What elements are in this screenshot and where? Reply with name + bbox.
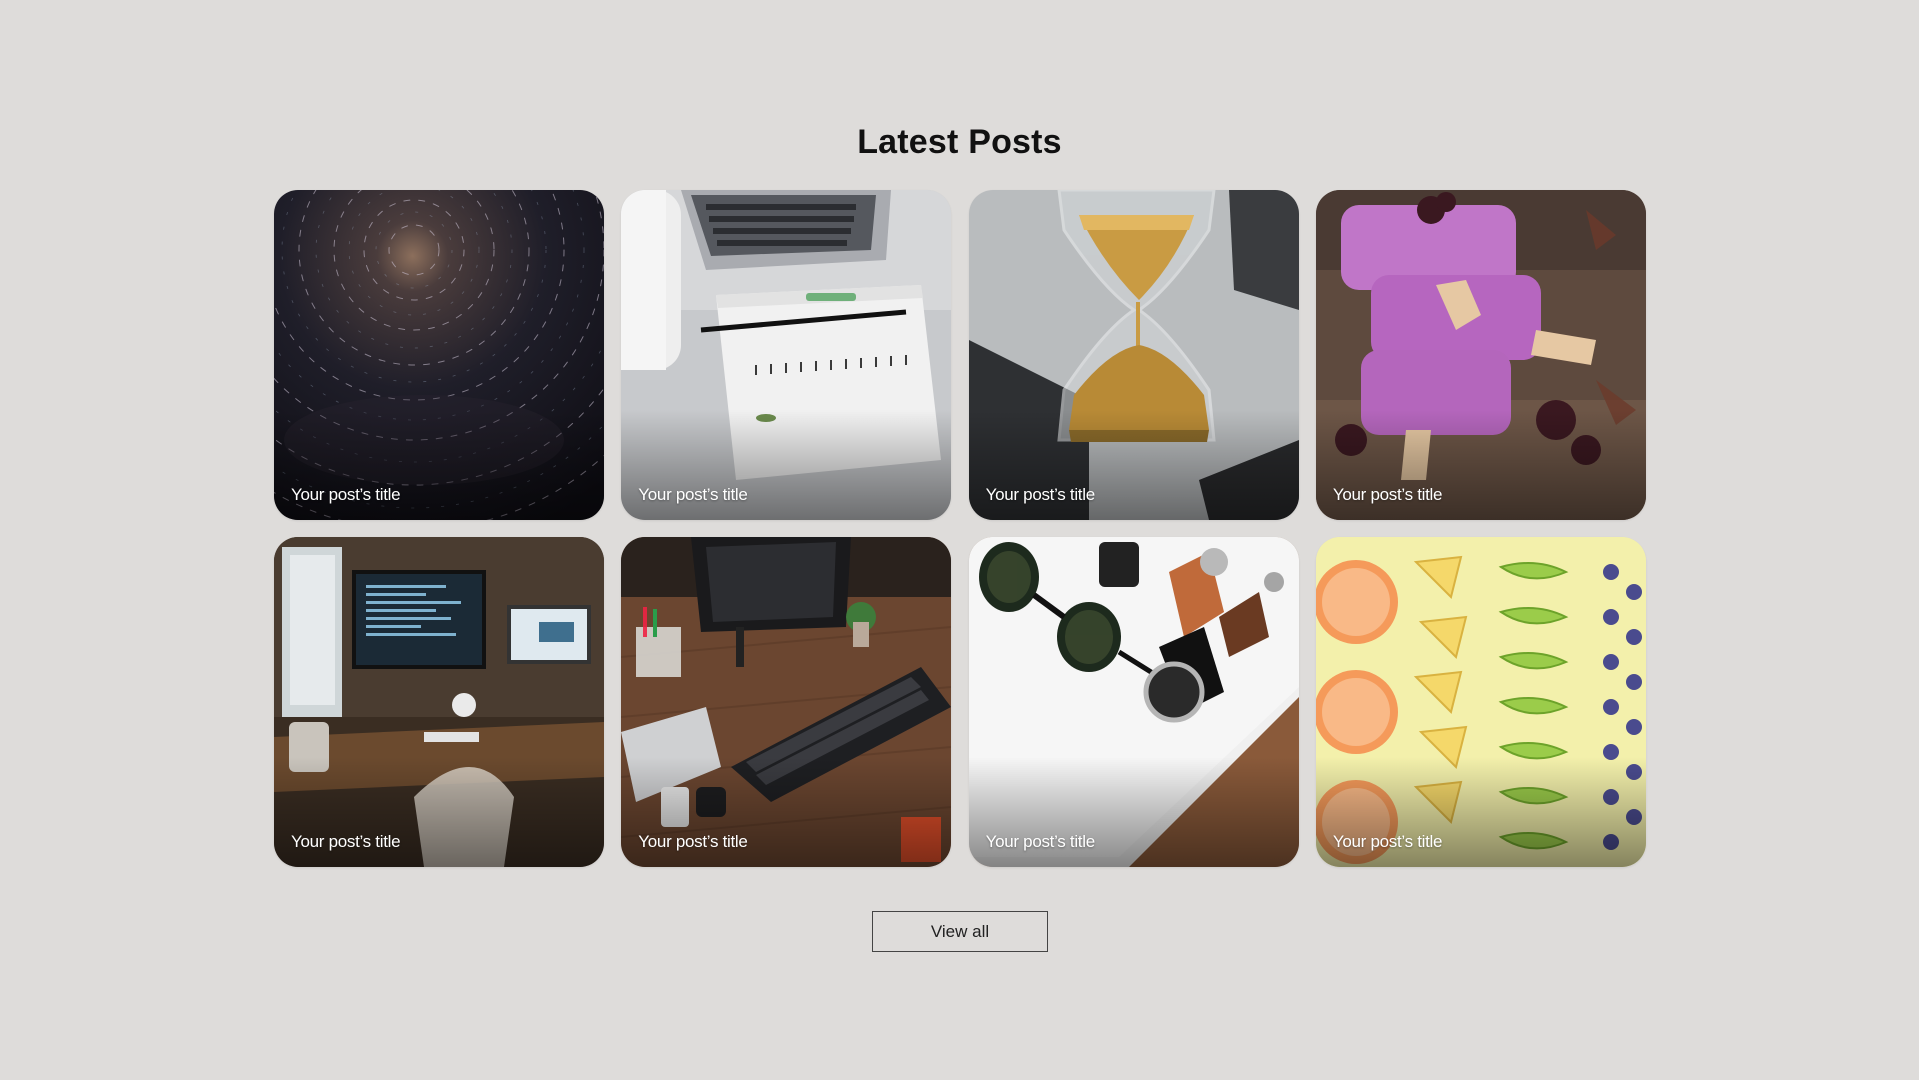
post-title: Your post’s title xyxy=(291,485,401,504)
post-title: Your post’s title xyxy=(985,485,1096,504)
post-card[interactable]: Your post’s title xyxy=(621,190,952,520)
post-title: Your post’s title xyxy=(1332,832,1443,851)
post-title: Your post’s title xyxy=(985,832,1096,851)
post-card[interactable]: Your post’s title xyxy=(274,537,604,867)
post-card[interactable]: Your post’s title xyxy=(968,537,1299,867)
post-title: Your post’s title xyxy=(1332,485,1443,504)
post-card[interactable]: Your post’s title xyxy=(621,537,952,867)
post-title: Your post’s title xyxy=(291,832,401,851)
latest-posts-section: Latest Posts Your post’s title Your post… xyxy=(0,0,1919,1080)
view-all-button[interactable]: View all xyxy=(872,911,1048,952)
posts-grid: Your post’s title Your post’s title Your… xyxy=(274,190,1646,867)
post-card[interactable]: Your post’s title xyxy=(1315,190,1646,520)
post-card[interactable]: Your post’s title xyxy=(968,190,1299,520)
post-title: Your post’s title xyxy=(638,832,748,851)
post-card[interactable]: Your post’s title xyxy=(274,190,604,520)
section-title: Latest Posts xyxy=(857,123,1062,161)
post-title: Your post’s title xyxy=(638,485,748,504)
post-card[interactable]: Your post’s title xyxy=(1315,537,1646,867)
